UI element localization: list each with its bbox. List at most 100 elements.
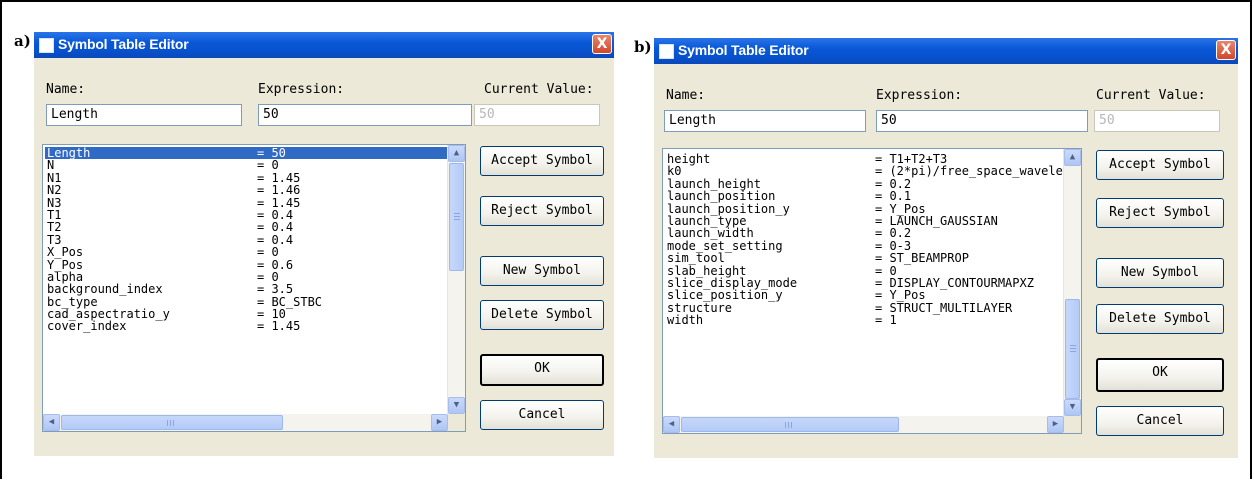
symbol-row[interactable]: Y_Pos = 0.6 bbox=[45, 258, 448, 271]
symbol-name: N bbox=[47, 158, 55, 173]
symbol-list[interactable]: Length = 50 N = 0 N1 = 1.45 N2 = 1.46 N3 = 1.45 T1… bbox=[42, 144, 466, 432]
panel-label-b: b) bbox=[634, 38, 652, 56]
horizontal-scroll-thumb[interactable] bbox=[61, 415, 283, 430]
symbol-expression: = (2*pi)/free_space_wavele bbox=[875, 164, 1063, 179]
symbol-name: X_Pos bbox=[47, 245, 84, 260]
symbol-expression: = 0 bbox=[257, 245, 279, 260]
current-value-label: Current Value: bbox=[484, 82, 594, 97]
window-icon bbox=[659, 44, 674, 59]
name-label: Name: bbox=[666, 88, 706, 103]
symbol-name: launch_position bbox=[667, 189, 776, 204]
symbol-row[interactable]: width = 1 bbox=[665, 313, 1064, 328]
scroll-down-icon[interactable]: ▼ bbox=[1064, 399, 1081, 416]
symbol-row[interactable]: structure = STRUCT_MULTILAYER bbox=[665, 301, 1064, 314]
delete-symbol-button[interactable]: Delete Symbol bbox=[1096, 304, 1224, 334]
symbol-row[interactable]: X_Pos = 0 bbox=[45, 245, 448, 260]
vertical-scroll-thumb[interactable] bbox=[449, 163, 464, 271]
panel-label-a: a) bbox=[14, 32, 31, 50]
cancel-button[interactable]: Cancel bbox=[1096, 406, 1224, 436]
scroll-right-icon[interactable]: ▶ bbox=[1047, 416, 1064, 433]
symbol-expression: = 0 bbox=[257, 158, 279, 173]
symbol-row[interactable]: N3 = 1.45 bbox=[45, 196, 448, 209]
reject-symbol-button[interactable]: Reject Symbol bbox=[1096, 198, 1224, 228]
ok-button[interactable]: OK bbox=[480, 354, 604, 386]
scrollbar-corner bbox=[1064, 416, 1081, 433]
symbol-name: k0 bbox=[667, 164, 682, 179]
symbol-row[interactable]: launch_width = 0.2 bbox=[665, 226, 1064, 241]
symbol-list-rows: Length = 50 N = 0 N1 = 1.45 N2 = 1.46 N3 = 1.45 T1… bbox=[45, 147, 448, 414]
symbol-expression: = 1 bbox=[875, 313, 897, 328]
symbol-name: width bbox=[667, 313, 704, 328]
symbol-row[interactable]: cover_index = 1.45 bbox=[45, 319, 448, 334]
current-value-label: Current Value: bbox=[1096, 88, 1206, 103]
symbol-row[interactable]: mode_set_setting = 0-3 bbox=[665, 239, 1064, 252]
symbol-table-editor-dialog-b: Symbol Table Editor X Name: Expression: … bbox=[654, 38, 1238, 458]
symbol-expression: = 1.45 bbox=[257, 319, 301, 334]
window-icon bbox=[39, 38, 54, 53]
symbol-expression: = Y_Pos bbox=[875, 288, 926, 303]
scroll-left-icon[interactable]: ◀ bbox=[663, 416, 680, 433]
symbol-row[interactable]: launch_position = 0.1 bbox=[665, 189, 1064, 204]
accept-symbol-button[interactable]: Accept Symbol bbox=[1096, 150, 1224, 180]
symbol-name: N2 bbox=[47, 183, 62, 198]
symbol-table-editor-dialog-a: Symbol Table Editor X Name: Expression: … bbox=[34, 32, 614, 456]
symbol-name: sim_tool bbox=[667, 251, 725, 266]
expression-label: Expression: bbox=[876, 88, 963, 103]
new-symbol-button[interactable]: New Symbol bbox=[480, 256, 604, 286]
symbol-expression: = 0.4 bbox=[257, 220, 294, 235]
symbol-row[interactable]: background_index = 3.5 bbox=[45, 282, 448, 297]
scroll-up-icon[interactable]: ▲ bbox=[1064, 149, 1081, 166]
delete-symbol-button[interactable]: Delete Symbol bbox=[480, 300, 604, 330]
symbol-expression: = 0.2 bbox=[875, 226, 912, 241]
horizontal-scrollbar[interactable]: ◀ ▶ bbox=[663, 416, 1064, 433]
symbol-name: slice_position_y bbox=[667, 288, 783, 303]
symbol-row[interactable]: sim_tool = ST_BEAMPROP bbox=[665, 251, 1064, 266]
symbol-list[interactable]: height = T1+T2+T3 k0 = (2*pi)/free_space_wa… bbox=[662, 148, 1082, 434]
window-title: Symbol Table Editor bbox=[678, 42, 809, 58]
symbol-row[interactable]: N1 = 1.45 bbox=[45, 171, 448, 184]
symbol-expression: = ST_BEAMPROP bbox=[875, 251, 969, 266]
name-label: Name: bbox=[46, 82, 86, 97]
reject-symbol-button[interactable]: Reject Symbol bbox=[480, 196, 604, 226]
scroll-left-icon[interactable]: ◀ bbox=[43, 414, 60, 431]
symbol-name: launch_width bbox=[667, 226, 754, 241]
cancel-button[interactable]: Cancel bbox=[480, 400, 604, 430]
symbol-expression: = 1.46 bbox=[257, 183, 301, 198]
name-input[interactable]: Length bbox=[46, 104, 242, 126]
expression-label: Expression: bbox=[258, 82, 345, 97]
vertical-scroll-thumb[interactable] bbox=[1065, 299, 1080, 399]
title-bar[interactable]: Symbol Table Editor X bbox=[34, 32, 614, 58]
close-button[interactable]: X bbox=[592, 34, 612, 54]
scrollbar-corner bbox=[448, 414, 465, 431]
ok-button[interactable]: OK bbox=[1096, 358, 1224, 392]
symbol-row[interactable]: k0 = (2*pi)/free_space_wavele bbox=[665, 164, 1064, 179]
symbol-row[interactable]: Length = 50 bbox=[45, 147, 448, 159]
expression-input[interactable]: 50 bbox=[258, 104, 472, 126]
symbol-list-rows: height = T1+T2+T3 k0 = (2*pi)/free_space_wa… bbox=[665, 153, 1064, 418]
expression-input[interactable]: 50 bbox=[876, 110, 1088, 132]
scroll-right-icon[interactable]: ▶ bbox=[431, 414, 448, 431]
horizontal-scrollbar[interactable]: ◀ ▶ bbox=[43, 414, 448, 431]
vertical-scrollbar[interactable]: ▲ ▼ bbox=[1063, 149, 1081, 416]
horizontal-scroll-thumb[interactable] bbox=[681, 417, 899, 432]
scroll-up-icon[interactable]: ▲ bbox=[448, 145, 465, 162]
symbol-row[interactable]: T3 = 0.4 bbox=[45, 233, 448, 246]
vertical-scrollbar[interactable]: ▲ ▼ bbox=[447, 145, 465, 414]
accept-symbol-button[interactable]: Accept Symbol bbox=[480, 146, 604, 176]
symbol-expression: = 3.5 bbox=[257, 282, 294, 297]
scroll-down-icon[interactable]: ▼ bbox=[448, 397, 465, 414]
window-title: Symbol Table Editor bbox=[58, 36, 189, 52]
symbol-row[interactable]: N2 = 1.46 bbox=[45, 183, 448, 198]
symbol-name: background_index bbox=[47, 282, 163, 297]
symbol-name: T2 bbox=[47, 220, 62, 235]
new-symbol-button[interactable]: New Symbol bbox=[1096, 258, 1224, 288]
name-input[interactable]: Length bbox=[664, 110, 866, 132]
symbol-row[interactable]: slice_position_y = Y_Pos bbox=[665, 288, 1064, 303]
close-button[interactable]: X bbox=[1216, 40, 1236, 60]
symbol-name: cover_index bbox=[47, 319, 127, 334]
current-value-field: 50 bbox=[1094, 110, 1220, 132]
symbol-row[interactable]: T2 = 0.4 bbox=[45, 220, 448, 235]
symbol-row[interactable]: T1 = 0.4 bbox=[45, 209, 448, 222]
symbol-row[interactable]: N = 0 bbox=[45, 158, 448, 173]
title-bar[interactable]: Symbol Table Editor X bbox=[654, 38, 1238, 64]
